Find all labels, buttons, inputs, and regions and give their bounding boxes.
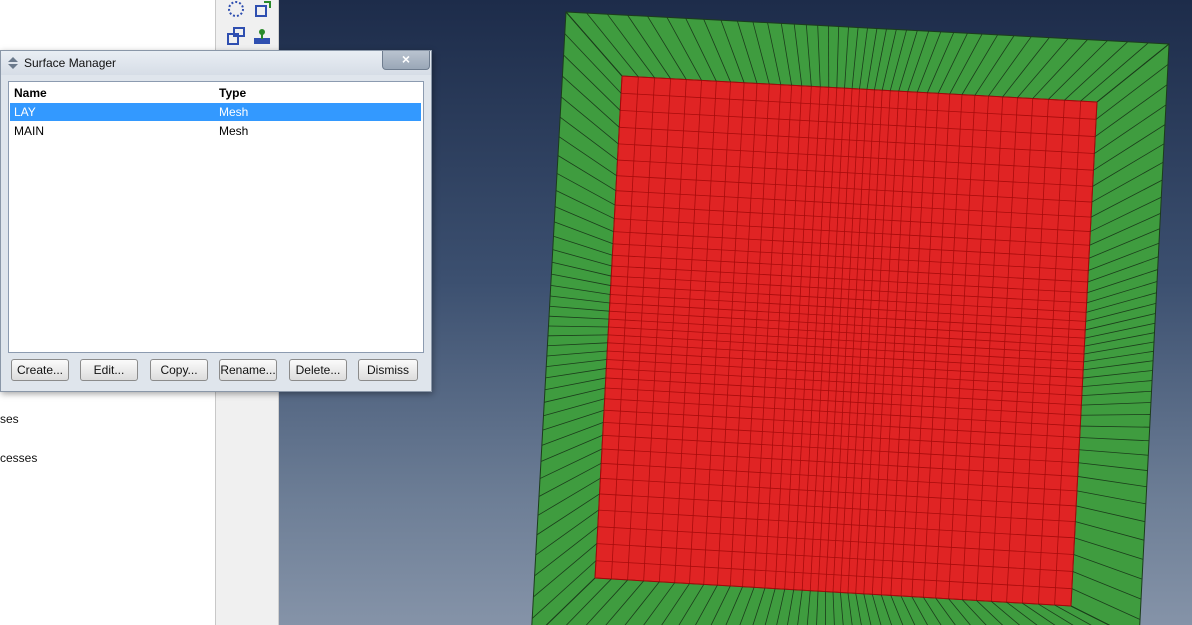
- surface-manager-dialog: Surface Manager × Name Type LAY Mesh MAI…: [0, 50, 432, 392]
- surface-type: Mesh: [219, 105, 249, 119]
- model-tree-item[interactable]: ses: [0, 412, 19, 426]
- surface-manager-icon: [6, 56, 20, 70]
- surface-row-lay[interactable]: LAY Mesh: [10, 103, 421, 121]
- delete-button[interactable]: Delete...: [289, 359, 347, 381]
- column-header-name[interactable]: Name: [14, 86, 47, 100]
- dialog-title: Surface Manager: [24, 56, 117, 70]
- surface-name: LAY: [14, 105, 36, 119]
- dismiss-button[interactable]: Dismiss: [358, 359, 418, 381]
- surface-row-main[interactable]: MAIN Mesh: [10, 122, 421, 140]
- surface-name: MAIN: [14, 124, 44, 138]
- column-header-type[interactable]: Type: [219, 86, 246, 100]
- edit-button[interactable]: Edit...: [80, 359, 138, 381]
- circle-select-icon[interactable]: [226, 0, 246, 20]
- surface-type: Mesh: [219, 124, 249, 138]
- partition-icon[interactable]: [252, 26, 272, 46]
- rename-button[interactable]: Rename...: [219, 359, 277, 381]
- surface-list[interactable]: Name Type LAY Mesh MAIN Mesh: [8, 81, 424, 353]
- dialog-title-bar[interactable]: Surface Manager ×: [1, 51, 431, 75]
- list-header: Name Type: [9, 82, 423, 102]
- close-icon[interactable]: ×: [382, 51, 430, 70]
- copy-part-icon[interactable]: [226, 26, 246, 46]
- model-tree-item[interactable]: cesses: [0, 451, 37, 465]
- transform-icon[interactable]: [252, 0, 272, 20]
- copy-button[interactable]: Copy...: [150, 359, 208, 381]
- create-button[interactable]: Create...: [11, 359, 69, 381]
